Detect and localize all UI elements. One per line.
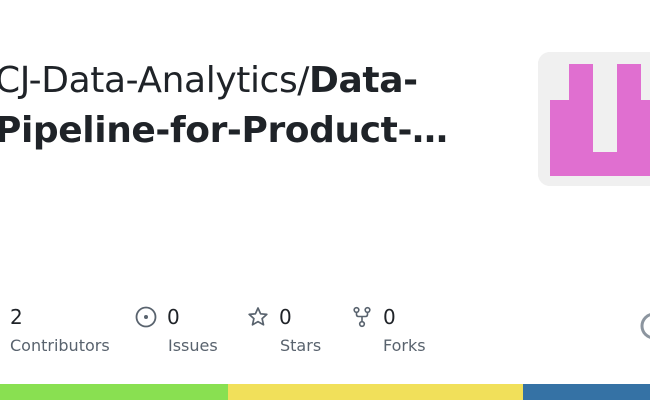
github-logo-icon [640, 312, 650, 340]
language-segment [227, 384, 524, 400]
repo-stats: 2 Contributors 0 Issues 0 Stars 0 Forks [0, 300, 650, 360]
identicon-image [538, 52, 650, 186]
repo-social-card: CJ-Data-Analytics/Data- Pipeline-for-Pro… [0, 0, 650, 400]
owner-avatar[interactable] [538, 52, 650, 186]
language-segment [523, 384, 650, 400]
language-bar [0, 384, 650, 400]
language-segment [0, 384, 228, 400]
issue-opened-icon [135, 306, 157, 328]
stat-issues[interactable]: 0 Issues [135, 300, 218, 355]
forks-label: Forks [383, 336, 426, 355]
repo-title-line-2: Pipeline-for-Product-… [0, 106, 495, 156]
issues-label: Issues [168, 336, 218, 355]
repo-name-part-2: Pipeline-for-Product-… [0, 110, 448, 151]
contributors-count: 2 [10, 305, 23, 329]
star-icon [247, 306, 269, 328]
repo-title-line-1: CJ-Data-Analytics/Data- [0, 56, 495, 106]
stat-forks[interactable]: 0 Forks [351, 300, 426, 355]
repo-name-part-1: Data- [309, 60, 418, 101]
stat-contributors[interactable]: 2 Contributors [10, 300, 110, 355]
stars-count: 0 [279, 305, 292, 329]
issues-count: 0 [167, 305, 180, 329]
repo-title[interactable]: CJ-Data-Analytics/Data- Pipeline-for-Pro… [0, 56, 495, 156]
stars-label: Stars [280, 336, 322, 355]
repo-owner: CJ-Data-Analytics/ [0, 60, 310, 101]
repo-forked-icon [351, 306, 373, 328]
stat-stars[interactable]: 0 Stars [247, 300, 321, 355]
contributors-label: Contributors [10, 336, 110, 355]
forks-count: 0 [383, 305, 396, 329]
